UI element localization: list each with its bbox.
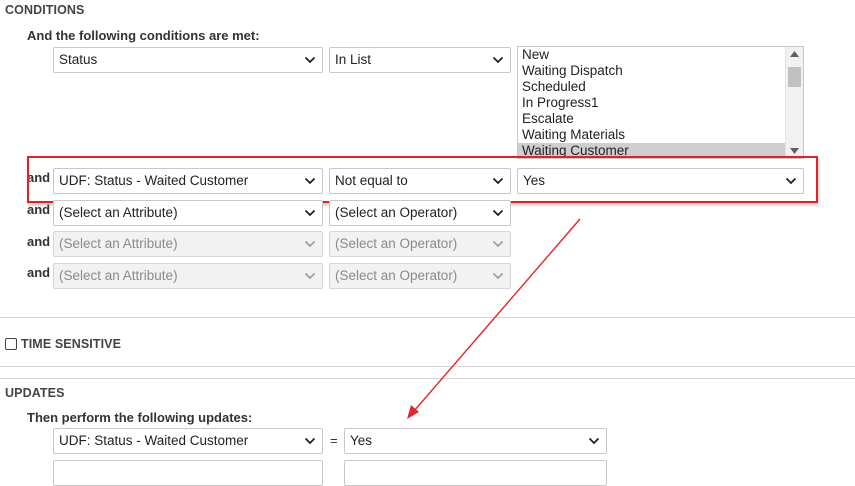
annotation-arrow (407, 218, 581, 419)
